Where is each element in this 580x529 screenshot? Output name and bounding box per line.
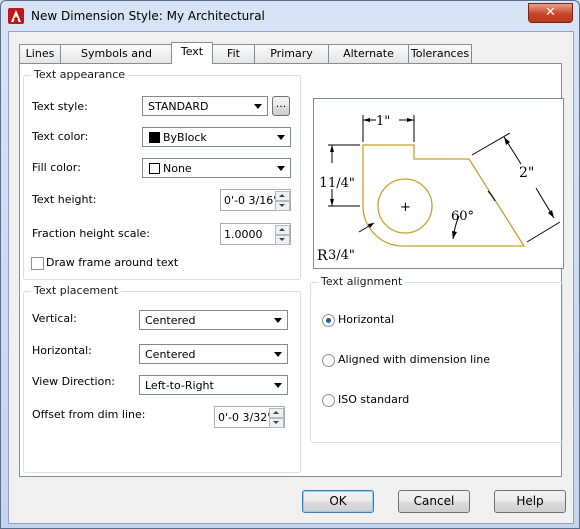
window-title: New Dimension Style: My Architectural: [31, 9, 265, 23]
draw-frame-label: Draw frame around text: [46, 256, 179, 269]
horizontal-value: Centered: [145, 348, 196, 361]
tab-primary-units[interactable]: Primary Units: [254, 44, 329, 78]
dialog-window: New Dimension Style: My Architectural ✕ …: [0, 0, 580, 529]
spin-down-button[interactable]: [269, 418, 284, 428]
dialog-client: Lines Symbols and Arrows Text Fit Primar…: [8, 31, 574, 524]
aligned-radio-label: Aligned with dimension line: [338, 353, 491, 366]
tab-alternate-units[interactable]: Alternate Units: [328, 44, 409, 78]
tab-symbols-and-arrows[interactable]: Symbols and Arrows: [60, 44, 173, 78]
fill-color-label: Fill color:: [32, 161, 81, 174]
autocad-logo-icon: [8, 8, 24, 24]
iso-standard-radio[interactable]: [322, 394, 335, 407]
text-height-spinner[interactable]: 0'-0 3/16": [220, 189, 291, 211]
text-placement-title: Text placement: [31, 284, 122, 297]
text-color-label: Text color:: [32, 130, 89, 143]
chevron-down-icon: [254, 104, 262, 109]
fraction-scale-label: Fraction height scale:: [32, 227, 151, 240]
dim-right-text: 2": [519, 165, 534, 181]
chevron-down-icon: [277, 166, 285, 171]
spin-up-button[interactable]: [269, 408, 284, 418]
part-outline: [362, 144, 526, 247]
dim-radius-frac-text: 3/4": [328, 248, 355, 263]
vertical-label: Vertical:: [32, 312, 77, 325]
close-icon: ✕: [545, 5, 556, 20]
text-style-browse-button[interactable]: ...: [272, 96, 290, 116]
center-mark: +: [400, 200, 411, 215]
chevron-down-icon: [274, 352, 282, 357]
text-alignment-title: Text alignment: [318, 275, 406, 288]
offset-value: 0'-0 3/32": [218, 411, 273, 424]
offset-spinner[interactable]: 0'-0 3/32": [214, 406, 285, 428]
horizontal-radio[interactable]: [322, 314, 335, 327]
fill-color-value: None: [163, 162, 192, 175]
horizontal-dropdown[interactable]: Centered: [139, 344, 288, 364]
spin-up-button[interactable]: [275, 191, 290, 201]
text-appearance-title: Text appearance: [31, 68, 129, 81]
chevron-down-icon: [274, 383, 282, 388]
vertical-dropdown[interactable]: Centered: [139, 310, 288, 330]
tab-fit[interactable]: Fit: [212, 44, 255, 63]
fraction-scale-value: 1.0000: [224, 228, 263, 241]
cancel-button[interactable]: Cancel: [398, 490, 470, 513]
text-alignment-group: Text alignment Horizontal Aligned with d…: [310, 275, 563, 443]
tab-lines[interactable]: Lines: [19, 44, 61, 63]
horizontal-radio-label: Horizontal: [338, 313, 395, 326]
ok-button[interactable]: OK: [302, 490, 374, 513]
text-color-dropdown[interactable]: ByBlock: [142, 127, 291, 147]
offset-label: Offset from dim line:: [32, 408, 146, 421]
text-tab-panel: Text appearance Text style: STANDARD ...…: [19, 63, 564, 477]
chevron-down-icon: [277, 135, 285, 140]
close-button[interactable]: ✕: [528, 3, 573, 23]
fraction-scale-spinner[interactable]: 1.0000: [220, 223, 291, 245]
dim-angle-text: 60°: [451, 209, 474, 224]
view-direction-dropdown[interactable]: Left-to-Right: [139, 375, 288, 395]
dimension-preview: 1" 1 1/4" 2" 60° R 3/4" +: [313, 98, 564, 269]
preview-drawing: 1" 1 1/4" 2" 60° R 3/4" +: [317, 114, 561, 264]
dim-left-frac-text: 1/4": [328, 176, 355, 191]
text-height-label: Text height:: [32, 193, 97, 206]
tab-tolerances[interactable]: Tolerances: [408, 44, 472, 63]
aligned-radio[interactable]: [322, 354, 335, 367]
text-style-label: Text style:: [32, 100, 88, 113]
text-height-value: 0'-0 3/16": [224, 194, 279, 207]
tab-text[interactable]: Text: [171, 42, 213, 64]
text-placement-group: Text placement Vertical: Centered Horizo…: [23, 284, 301, 473]
text-style-value: STANDARD: [148, 100, 209, 113]
draw-frame-checkbox[interactable]: [31, 257, 44, 270]
view-direction-label: View Direction:: [32, 375, 115, 388]
view-direction-value: Left-to-Right: [145, 379, 214, 392]
iso-standard-radio-label: ISO standard: [338, 393, 410, 406]
spin-up-button[interactable]: [275, 225, 290, 235]
text-color-value: ByBlock: [163, 131, 207, 144]
text-style-dropdown[interactable]: STANDARD: [142, 96, 268, 116]
spin-down-button[interactable]: [275, 201, 290, 211]
title-bar[interactable]: New Dimension Style: My Architectural ✕: [1, 1, 579, 31]
fill-color-dropdown[interactable]: None: [142, 158, 291, 178]
dim-radius-prefix-text: R: [317, 248, 328, 264]
dim-top-text: 1": [376, 114, 390, 129]
color-swatch-icon: [149, 163, 160, 174]
dim-left-whole-text: 1: [319, 175, 328, 191]
chevron-down-icon: [274, 318, 282, 323]
horizontal-label: Horizontal:: [32, 344, 92, 357]
color-swatch-icon: [149, 132, 160, 143]
spin-down-button[interactable]: [275, 235, 290, 245]
text-appearance-group: Text appearance Text style: STANDARD ...…: [23, 68, 301, 280]
help-button[interactable]: Help: [494, 490, 566, 513]
vertical-value: Centered: [145, 314, 196, 327]
